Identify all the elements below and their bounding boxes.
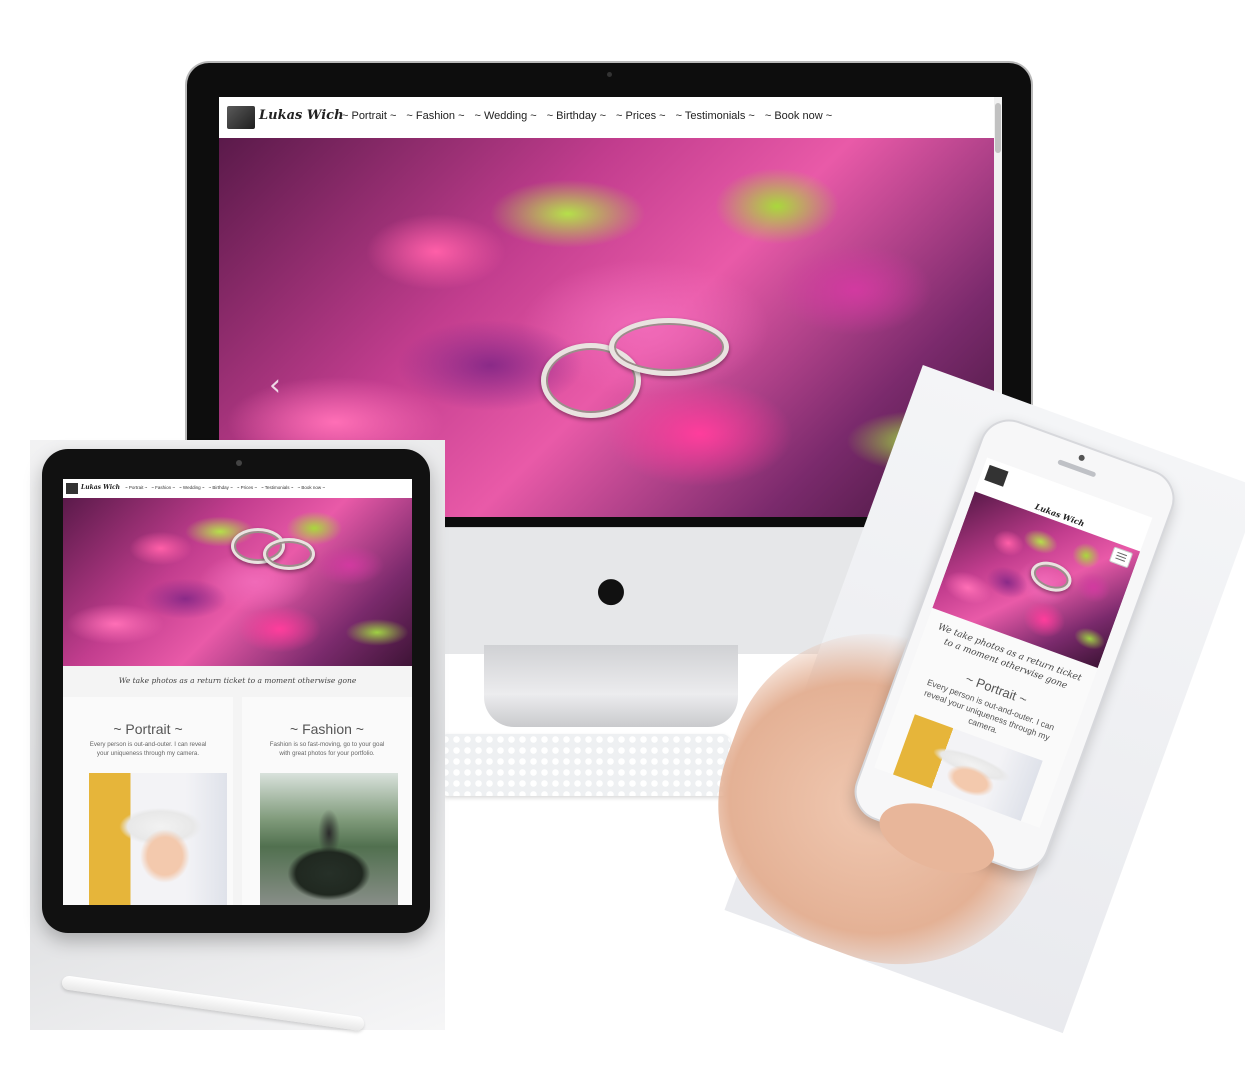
nav-item-wedding[interactable]: ~ Wedding ~ xyxy=(475,110,537,122)
site-logo[interactable]: Lukas Wich xyxy=(81,484,120,491)
fashion-card[interactable]: ~ Fashion ~ Fashion is so fast-moving, g… xyxy=(242,697,412,905)
fashion-photo[interactable] xyxy=(260,773,398,905)
card-text: Fashion is so fast-moving, go to your go… xyxy=(269,741,385,757)
card-text: Every person is out-and-outer. I can rev… xyxy=(89,741,207,757)
desktop-menu: ~ Portrait ~ ~ Fashion ~ ~ Wedding ~ ~ B… xyxy=(342,110,832,122)
portrait-photo[interactable] xyxy=(89,773,227,905)
nav-item-prices[interactable]: ~ Prices ~ xyxy=(237,485,257,490)
keyboard xyxy=(440,734,730,796)
nav-item-book-now[interactable]: ~ Book now ~ xyxy=(297,485,325,490)
card-title: ~ Fashion ~ xyxy=(290,721,364,737)
avatar[interactable] xyxy=(66,483,78,494)
nav-item-fashion[interactable]: ~ Fashion ~ xyxy=(406,110,464,122)
nav-item-wedding[interactable]: ~ Wedding ~ xyxy=(179,485,204,490)
nav-item-portrait[interactable]: ~ Portrait ~ xyxy=(342,110,396,122)
nav-item-birthday[interactable]: ~ Birthday ~ xyxy=(208,485,232,490)
tablet-camera xyxy=(236,460,242,466)
monitor-camera xyxy=(607,72,612,77)
nav-item-book-now[interactable]: ~ Book now ~ xyxy=(765,110,832,122)
avatar[interactable] xyxy=(227,106,255,129)
nav-item-testimonials[interactable]: ~ Testimonials ~ xyxy=(676,110,755,122)
nav-item-testimonials[interactable]: ~ Testimonials ~ xyxy=(261,485,293,490)
card-title: ~ Portrait ~ xyxy=(113,721,183,737)
nav-item-portrait[interactable]: ~ Portrait ~ xyxy=(125,485,147,490)
monitor-stand xyxy=(484,645,738,727)
desktop-navbar: Lukas Wich ~ Portrait ~ ~ Fashion ~ ~ We… xyxy=(219,97,1002,139)
scrollbar-thumb[interactable] xyxy=(995,103,1001,153)
tablet-screen: Lukas Wich ~ Portrait ~ ~ Fashion ~ ~ We… xyxy=(63,479,412,905)
tablet-menu: ~ Portrait ~ ~ Fashion ~ ~ Wedding ~ ~ B… xyxy=(125,485,325,490)
portrait-card[interactable]: ~ Portrait ~ Every person is out-and-out… xyxy=(63,697,233,905)
nav-item-birthday[interactable]: ~ Birthday ~ xyxy=(547,110,606,122)
site-logo[interactable]: Lukas Wich xyxy=(259,108,344,123)
nav-item-prices[interactable]: ~ Prices ~ xyxy=(616,110,666,122)
tagline: We take photos as a return ticket to a m… xyxy=(118,676,357,685)
nav-item-fashion[interactable]: ~ Fashion ~ xyxy=(151,485,175,490)
apple-logo-icon: ● xyxy=(596,570,626,610)
hero-slider-image xyxy=(63,498,412,666)
chevron-left-icon[interactable]: ‹ xyxy=(269,368,281,403)
tablet-navbar: Lukas Wich ~ Portrait ~ ~ Fashion ~ ~ We… xyxy=(63,479,412,499)
